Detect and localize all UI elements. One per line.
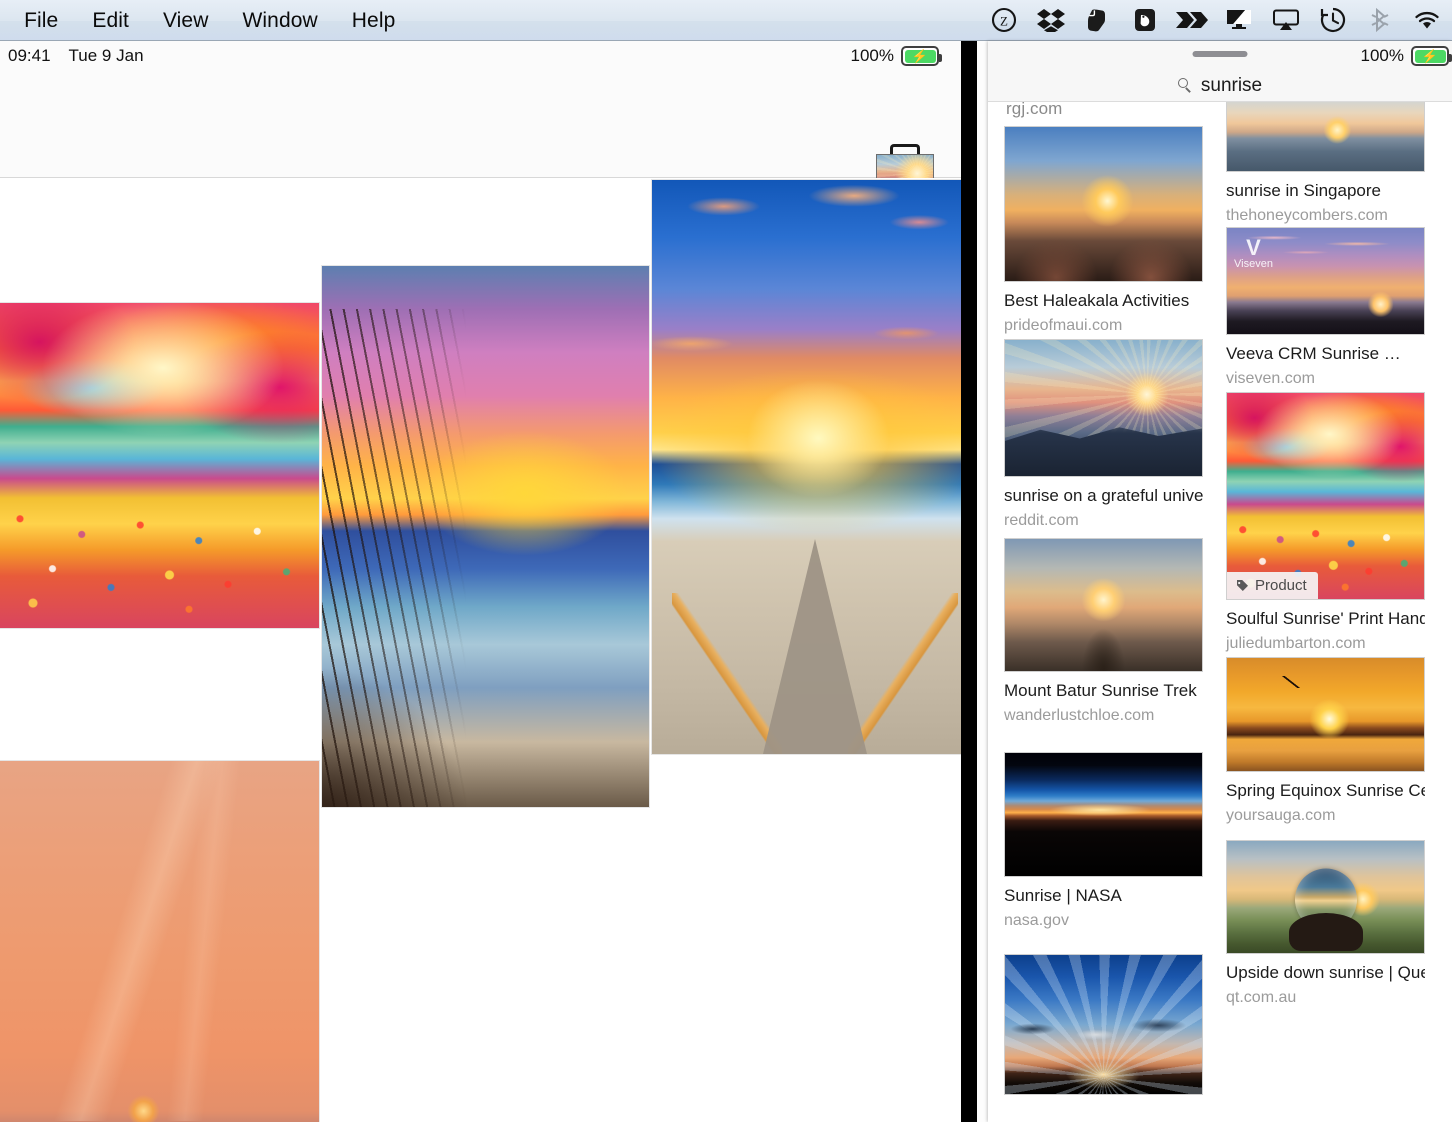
- ios-status-bar: 09:41 Tue 9 Jan 100% ⚡: [0, 41, 977, 71]
- result-card[interactable]: [1004, 954, 1203, 1095]
- menu-edit[interactable]: Edit: [75, 0, 146, 41]
- tag-icon: [1236, 579, 1248, 591]
- panel-battery-status: 100% ⚡: [1360, 46, 1452, 66]
- sea-oats-sunset-painting[interactable]: [322, 266, 649, 807]
- result-source: prideofmaui.com: [1004, 316, 1123, 334]
- ios-app-toolbar: [0, 71, 977, 202]
- result-source: juliedumbarton.com: [1226, 634, 1366, 652]
- bluetooth-icon[interactable]: [1356, 0, 1403, 41]
- menu-bar-status-icons: Z: [980, 0, 1452, 40]
- search-field[interactable]: sunrise: [988, 69, 1452, 102]
- result-source: reddit.com: [1004, 511, 1079, 529]
- result-title[interactable]: Spring Equinox Sunrise Cer…: [1226, 781, 1425, 802]
- ios-image-canvas[interactable]: [0, 178, 977, 1122]
- panel-battery-percent: 100%: [1360, 46, 1404, 65]
- dropbox-icon[interactable]: [1027, 0, 1074, 41]
- result-card[interactable]: sunrise on a grateful univer… reddit.com: [1004, 339, 1203, 530]
- search-icon: [1177, 78, 1193, 93]
- airplay-icon[interactable]: [1262, 0, 1309, 41]
- svg-text:Z: Z: [1000, 14, 1008, 29]
- results-scroll-area[interactable]: rgj.com Best Haleakala Activities prideo…: [988, 102, 1452, 1122]
- viseven-watermark: V Viseven: [1234, 235, 1273, 271]
- result-title[interactable]: Upside down sunrise | Que…: [1226, 963, 1425, 984]
- menu-help[interactable]: Help: [335, 0, 413, 41]
- blue-sky-sunrise-rays-image[interactable]: [1004, 954, 1203, 1095]
- result-card[interactable]: Best Haleakala Activities prideofmaui.co…: [1004, 126, 1203, 335]
- status-battery: 100% ⚡: [850, 46, 942, 66]
- screen-sharing-icon[interactable]: [1215, 0, 1262, 41]
- status-date: Tue 9 Jan: [68, 46, 144, 65]
- ocean-sunset-photo[interactable]: [0, 761, 319, 1122]
- result-source: thehoneycombers.com: [1226, 206, 1388, 224]
- result-card[interactable]: Spring Equinox Sunrise Cer… yoursauga.co…: [1226, 657, 1425, 825]
- result-title[interactable]: Mount Batur Sunrise Trek: [1004, 681, 1203, 702]
- soulful-sunrise-print-image[interactable]: Product: [1226, 392, 1425, 600]
- status-time: 09:41: [8, 46, 51, 65]
- result-title[interactable]: sunrise on a grateful univer…: [1004, 486, 1203, 507]
- heart-hands-sunrise-image[interactable]: [1004, 126, 1203, 282]
- bird-app-icon[interactable]: [1121, 0, 1168, 41]
- results-panel-header: 100% ⚡ sunrise: [988, 41, 1452, 102]
- battery-icon: ⚡: [901, 46, 942, 66]
- result-title[interactable]: Best Haleakala Activities: [1004, 291, 1203, 312]
- mac-menu-bar: r File Edit View Window Help Z: [0, 0, 1452, 41]
- menu-app-name[interactable]: r: [0, 0, 7, 41]
- mirrored-ios-screen: 09:41 Tue 9 Jan 100% ⚡: [0, 41, 977, 1122]
- time-machine-icon[interactable]: [1309, 0, 1356, 41]
- product-badge-label: Product: [1255, 577, 1307, 594]
- beach-boardwalk-sunrise-photo[interactable]: [652, 180, 977, 754]
- panel-battery-icon: ⚡: [1411, 46, 1452, 66]
- result-source: yoursauga.com: [1226, 806, 1336, 824]
- product-badge: Product: [1227, 572, 1318, 599]
- result-title[interactable]: Veeva CRM Sunrise …: [1226, 344, 1425, 365]
- result-title[interactable]: sunrise in Singapore: [1226, 181, 1425, 202]
- battery-percent-label: 100%: [850, 46, 894, 65]
- result-title[interactable]: Soulful Sunrise' Print Hand …: [1226, 609, 1425, 630]
- spring-equinox-sunrise-image[interactable]: [1226, 657, 1425, 772]
- flower-field-sunrise-painting[interactable]: [0, 303, 319, 628]
- result-source: viseven.com: [1226, 369, 1315, 387]
- nasa-orbital-sunrise-image[interactable]: [1004, 752, 1203, 877]
- menu-window[interactable]: Window: [225, 0, 334, 41]
- watermark-text: Viseven: [1234, 258, 1273, 271]
- result-source: wanderlustchloe.com: [1004, 706, 1155, 724]
- panel-drag-grabber[interactable]: [1192, 51, 1248, 57]
- menu-view[interactable]: View: [146, 0, 226, 41]
- wifi-icon[interactable]: [1403, 0, 1450, 41]
- chevrons-icon[interactable]: [1168, 0, 1215, 41]
- evernote-icon[interactable]: [1074, 0, 1121, 41]
- singapore-sunrise-image[interactable]: [1226, 102, 1425, 172]
- ios-screen-bezel: [961, 41, 977, 1122]
- result-title[interactable]: Sunrise | NASA: [1004, 886, 1203, 907]
- result-source: qt.com.au: [1226, 988, 1297, 1006]
- menu-bar-items: r File Edit View Window Help: [0, 0, 412, 40]
- zotero-icon[interactable]: Z: [980, 0, 1027, 41]
- result-card[interactable]: Sunrise | NASA nasa.gov: [1004, 752, 1203, 930]
- viseven-sunrise-image[interactable]: V Viseven: [1226, 227, 1425, 335]
- result-card[interactable]: sunrise in Singapore thehoneycombers.com: [1226, 102, 1425, 225]
- result-card[interactable]: V Viseven Veeva CRM Sunrise … viseven.com: [1226, 227, 1425, 388]
- partial-source-label: rgj.com: [1006, 102, 1063, 118]
- result-card[interactable]: Upside down sunrise | Que… qt.com.au: [1226, 840, 1425, 1007]
- result-card[interactable]: Mount Batur Sunrise Trek wanderlustchloe…: [1004, 538, 1203, 725]
- menu-file[interactable]: File: [7, 0, 75, 41]
- result-source: nasa.gov: [1004, 911, 1069, 929]
- result-card[interactable]: Product Soulful Sunrise' Print Hand … ju…: [1226, 392, 1425, 653]
- image-search-results-panel[interactable]: 100% ⚡ sunrise rgj.com Best Haleakala Ac…: [988, 41, 1452, 1122]
- search-query-text: sunrise: [1200, 74, 1263, 96]
- crystal-ball-sunrise-image[interactable]: [1226, 840, 1425, 954]
- open-arms-sunrise-image[interactable]: [1004, 538, 1203, 672]
- mountain-sunrise-rays-image[interactable]: [1004, 339, 1203, 477]
